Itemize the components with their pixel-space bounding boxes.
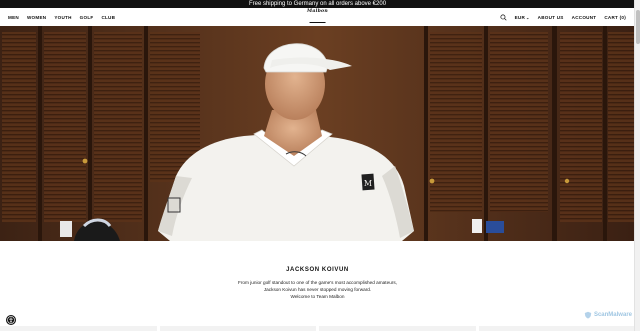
athlete-bio: From junior golf standout to one of the … (0, 279, 635, 300)
card-placeholder (319, 326, 476, 331)
currency-label: EUR (514, 14, 526, 20)
primary-nav: MEN WOMEN YOUTH GOLF CLUB (8, 8, 115, 26)
nav-cart[interactable]: CART (0) (604, 15, 626, 20)
badge-label: ScanMalware (593, 312, 632, 318)
header-nav: MEN WOMEN YOUTH GOLF CLUB Malbon EUR⌄ AB… (0, 8, 635, 27)
athlete-feature: JACKSON KOIVUN From junior golf standout… (0, 241, 635, 331)
next-section-cards (0, 326, 635, 331)
scrollbar-thumb[interactable] (635, 10, 640, 44)
nav-club[interactable]: CLUB (101, 15, 115, 20)
accessibility-icon (7, 316, 15, 324)
nav-women[interactable]: WOMEN (27, 15, 46, 20)
nav-golf[interactable]: GOLF (80, 15, 94, 20)
announcement-bar: Free shipping to Germany on all orders a… (0, 0, 635, 8)
card-placeholder (0, 326, 157, 331)
currency-selector[interactable]: EUR⌄ (515, 15, 530, 20)
athlete-name: JACKSON KOIVUN (286, 267, 349, 273)
hero-photo-illustration: M (0, 26, 635, 241)
utility-nav: EUR⌄ ABOUT US ACCOUNT CART (0) (500, 8, 626, 26)
nav-men[interactable]: MEN (8, 15, 19, 20)
chest-logo: M (364, 179, 372, 188)
hero-image: M (0, 26, 635, 241)
nav-youth[interactable]: YOUTH (54, 15, 71, 20)
scanmalware-badge: ScanMalware (584, 311, 632, 319)
nav-about-us[interactable]: ABOUT US (538, 15, 564, 20)
accessibility-button[interactable] (6, 315, 16, 325)
shield-icon (584, 311, 592, 319)
card-placeholder (159, 326, 316, 331)
brand-logo[interactable]: Malbon (307, 9, 328, 23)
bio-line: Welcome to Team Malbon (290, 294, 345, 299)
chevron-down-icon: ⌄ (526, 14, 530, 20)
page-scrollbar[interactable] (634, 0, 640, 331)
bio-line: From junior golf standout to one of the … (237, 280, 398, 285)
nav-account[interactable]: ACCOUNT (572, 15, 597, 20)
announcement-text: Free shipping to Germany on all orders a… (248, 1, 387, 7)
card-placeholder (478, 326, 635, 331)
bio-line: Jackson Koivun has never stopped moving … (263, 287, 372, 292)
search-icon[interactable] (500, 13, 507, 21)
